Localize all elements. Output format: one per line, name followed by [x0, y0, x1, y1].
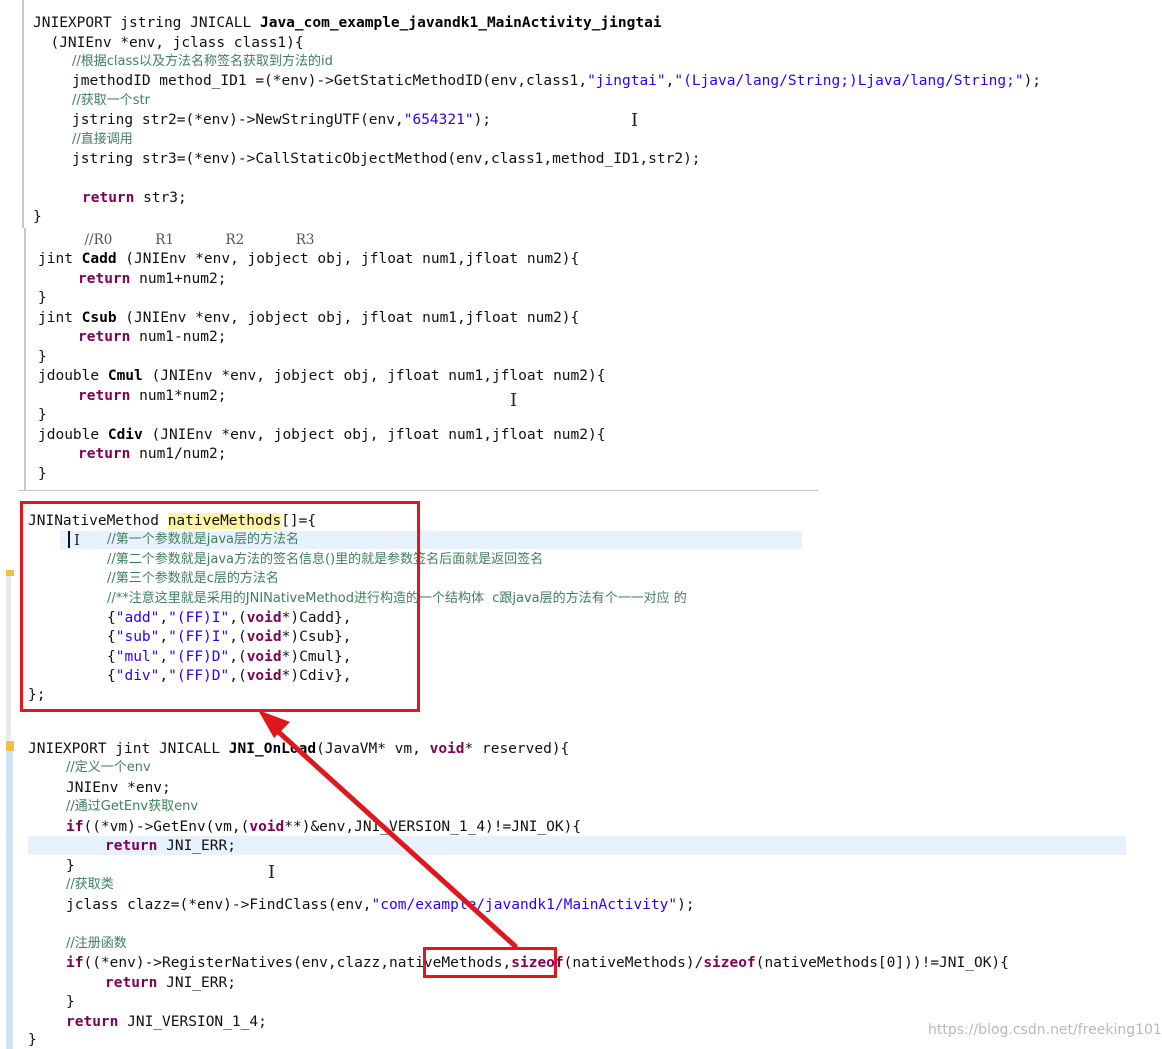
arrow-head [258, 710, 290, 738]
arrow-shaft [269, 723, 518, 949]
watermark: https://blog.csdn.net/freeking101 [928, 1022, 1162, 1038]
annotation-arrow [258, 710, 518, 949]
